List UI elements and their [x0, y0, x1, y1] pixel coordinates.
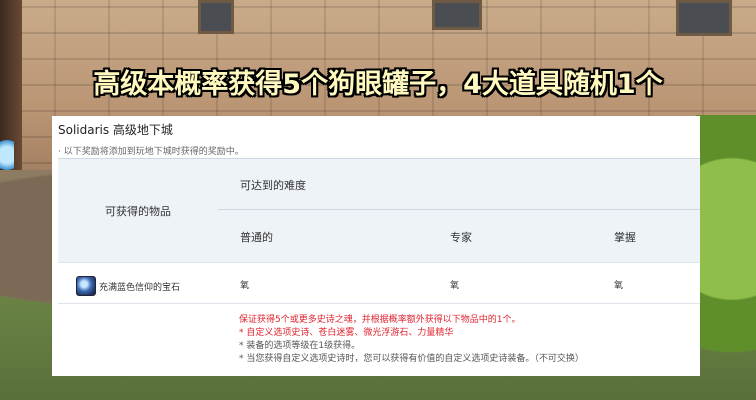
reward-notes: 保证获得5个或更多史诗之魂，并根据概率额外获得以下物品中的1个。 * 自定义选项… — [239, 314, 699, 366]
reward-table: 可获得的物品 可达到的难度 普通的 专家 掌握 充满蓝色信仰的宝石 氧 氧 氧 … — [58, 158, 700, 376]
table-row: 充满蓝色信仰的宝石 氧 氧 氧 — [58, 262, 700, 304]
difficulty-expert: 专家 — [450, 231, 472, 244]
castle-window — [676, 0, 732, 36]
foliage — [696, 115, 756, 400]
cell-normal: 氧 — [240, 281, 250, 291]
headline-caption: 高级本概率获得5个狗眼罐子，4大道具随机1个 — [93, 69, 663, 100]
difficulty-normal: 普通的 — [240, 231, 273, 244]
note-custom: * 当您获得自定义选项史诗时，您可以获得有价值的自定义选项史诗装备。（不可交换） — [239, 354, 584, 364]
panel-title: Solidaris 高级地下城 — [58, 123, 173, 137]
item-column-header: 可获得的物品 — [58, 158, 218, 263]
difficulty-master: 掌握 — [614, 231, 636, 244]
note-level: * 装备的选项等级在1级获得。 — [239, 341, 361, 351]
cell-master: 氧 — [614, 281, 624, 291]
note-items: * 自定义选项史诗、苍白迷雾、微光浮游石、力量精华 — [239, 328, 454, 338]
reward-item-name: 充满蓝色信仰的宝石 — [99, 282, 181, 293]
difficulty-header-label: 可达到的难度 — [240, 179, 306, 192]
note-guarantee: 保证获得5个或更多史诗之魂，并根据概率额外获得以下物品中的1个。 — [239, 315, 521, 325]
portal-glow — [0, 135, 14, 175]
difficulty-subheaders: 普通的 专家 掌握 — [218, 210, 700, 262]
gem-icon — [76, 276, 96, 296]
castle-window — [198, 0, 234, 34]
reward-panel: Solidaris 高级地下城 · 以下奖励将添加到玩地下城时获得的奖励中。 可… — [52, 116, 700, 376]
reward-item[interactable]: 充满蓝色信仰的宝石 — [76, 276, 180, 296]
cell-expert: 氧 — [450, 281, 460, 291]
castle-window — [432, 0, 482, 30]
panel-note: · 以下奖励将添加到玩地下城时获得的奖励中。 — [58, 147, 244, 157]
difficulty-header: 可达到的难度 — [218, 158, 700, 210]
